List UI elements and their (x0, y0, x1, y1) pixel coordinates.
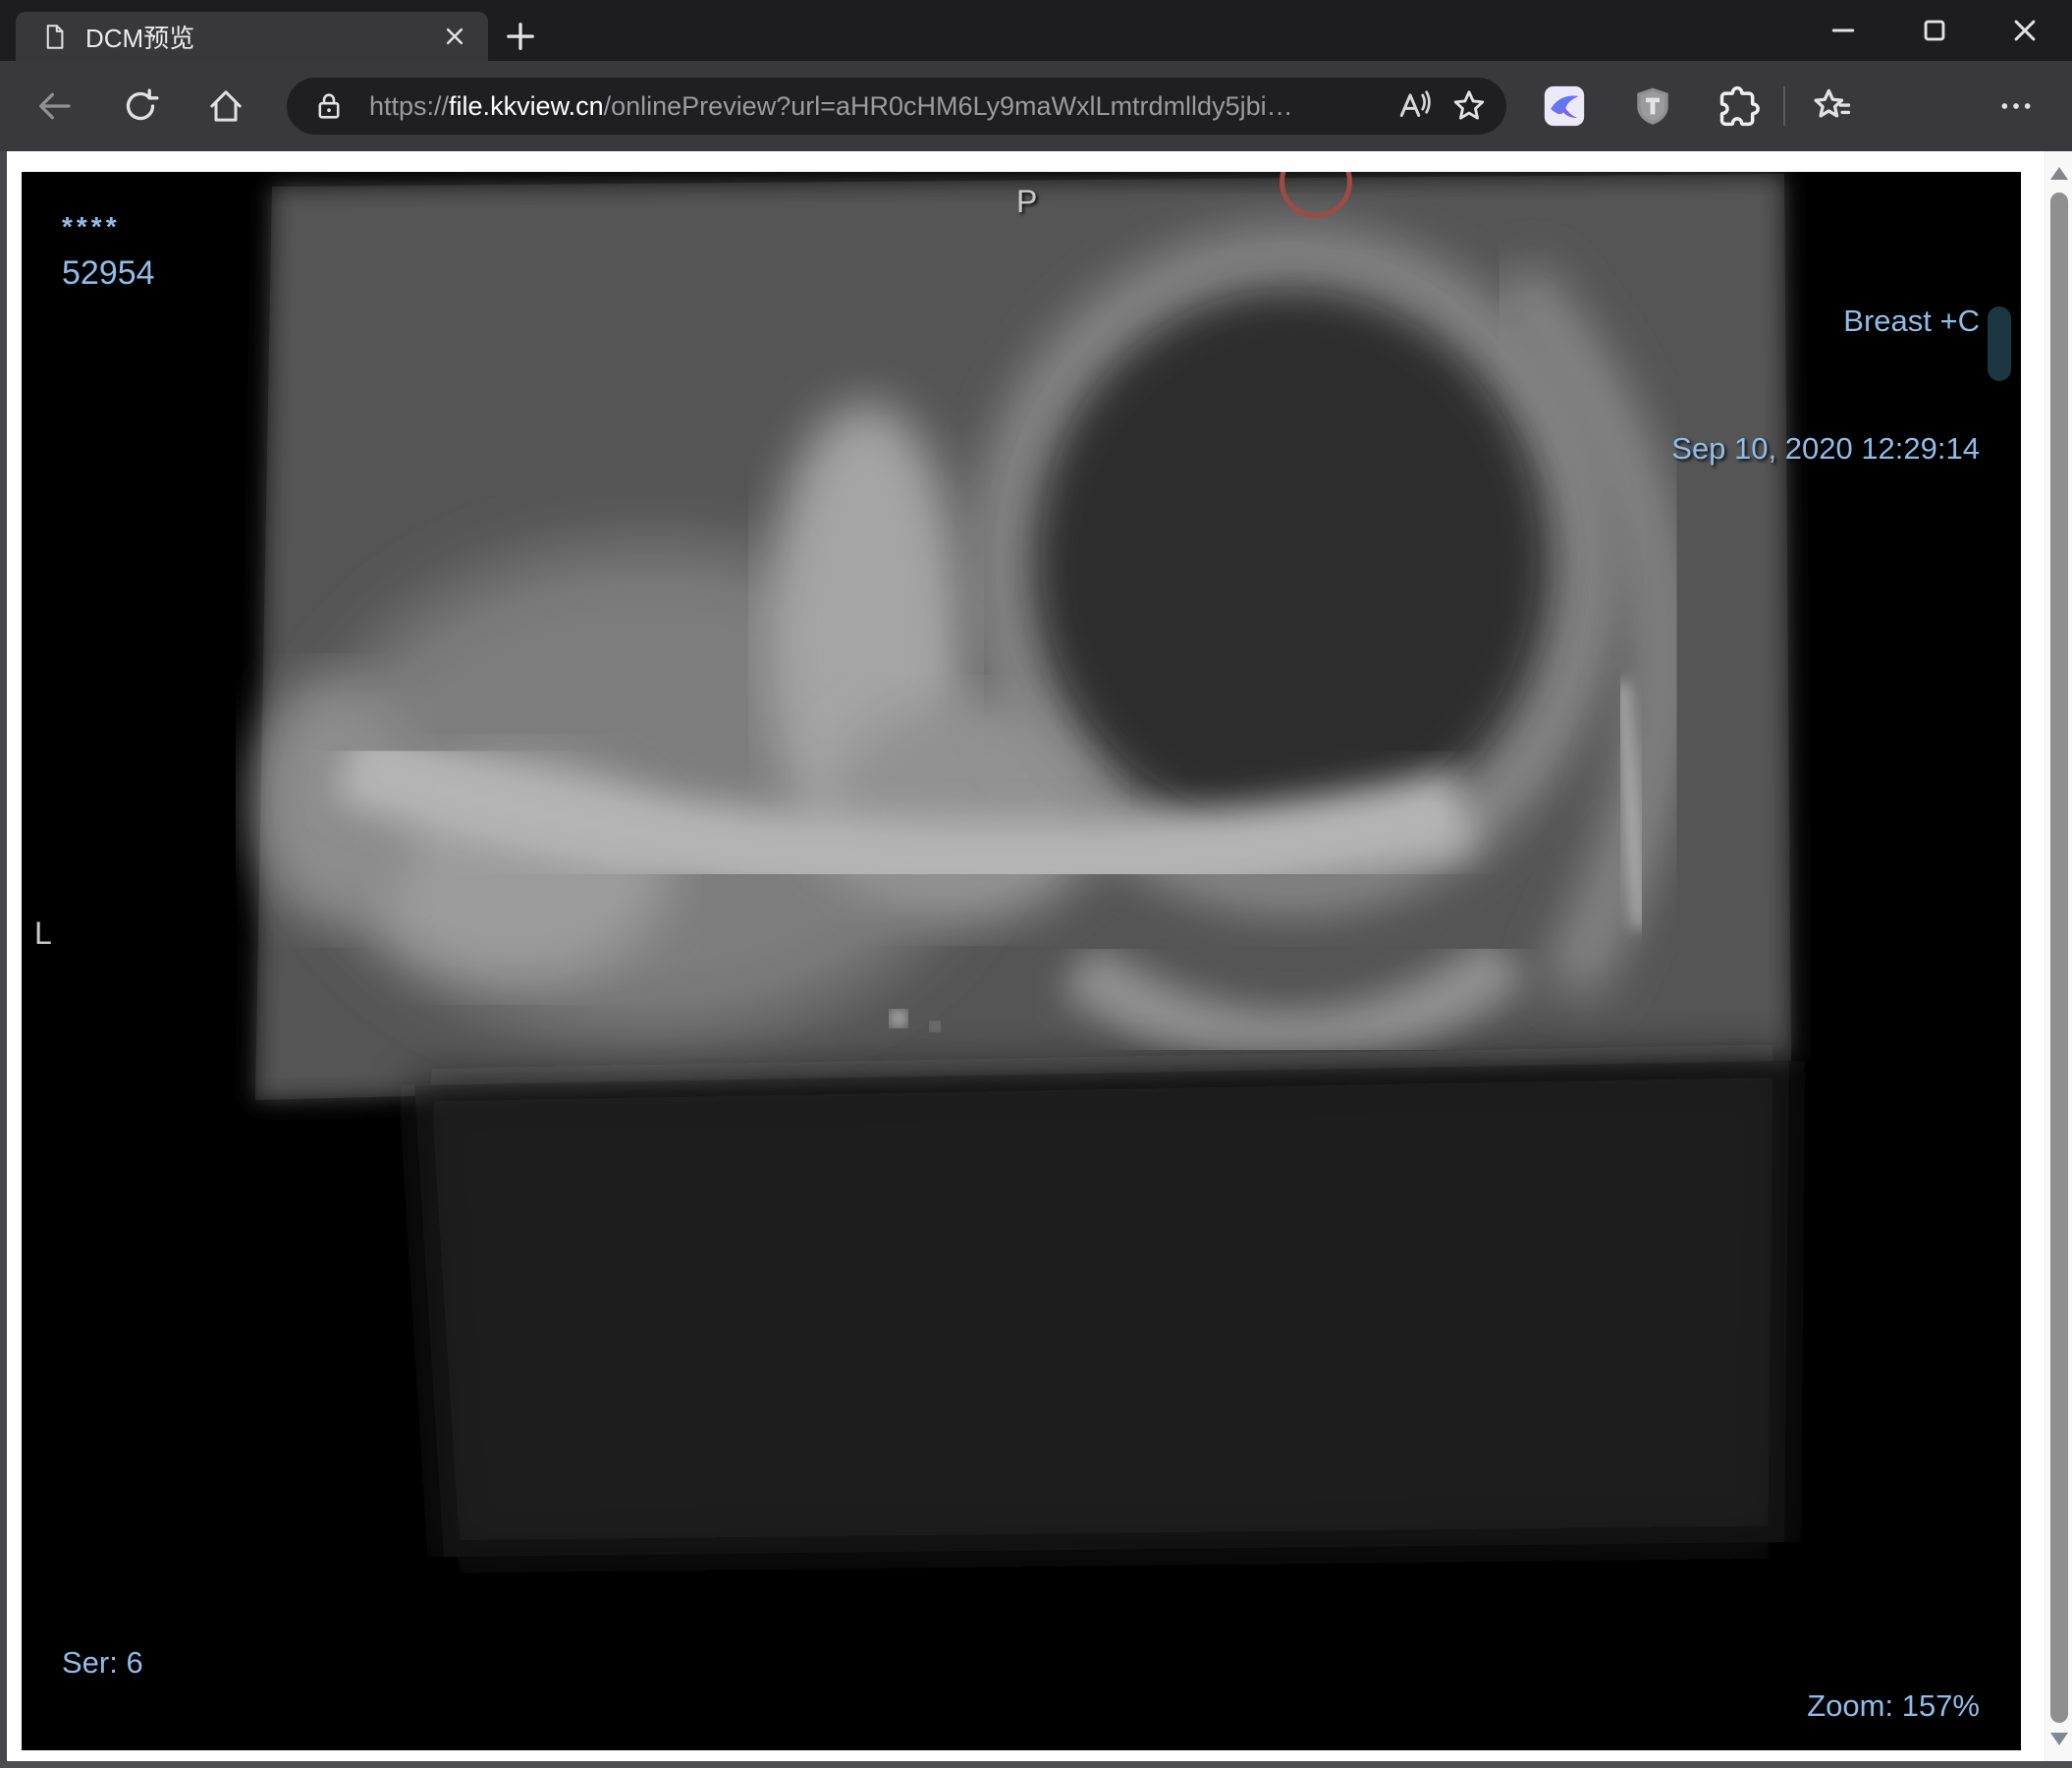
masked-name-overlay: **** (62, 211, 121, 242)
back-button[interactable] (27, 79, 82, 134)
navigation-toolbar: https://file.kkview.cn/onlinePreview?url… (0, 61, 2072, 151)
zoom-level: Zoom: 157% (1807, 1688, 1980, 1723)
tab-bar: DCM预览 (0, 0, 2072, 61)
study-description: Breast +C (1843, 304, 1980, 338)
back-arrow-icon (39, 92, 71, 120)
url-text[interactable]: https://file.kkview.cn/onlinePreview?url… (369, 91, 1387, 122)
study-datetime: Sep 10, 2020 12:29:14 (1671, 431, 1980, 466)
window-maximize-button[interactable] (1903, 0, 1966, 61)
favorites-button[interactable] (1806, 80, 1859, 133)
read-aloud-icon (1399, 90, 1431, 118)
download-manager-extension-button[interactable] (1538, 80, 1591, 133)
scrollbar-up-arrow-icon[interactable] (2050, 167, 2068, 180)
page-content: **** 52954 Breast +C Sep 10, 2020 12:29:… (0, 151, 2072, 1768)
toolbar-divider (1783, 86, 1785, 126)
lock-icon (318, 93, 340, 119)
favorites-star-list-icon (1814, 88, 1851, 118)
close-icon (2014, 20, 2036, 41)
ellipsis-icon (2001, 103, 2031, 109)
tab-title: DCM预览 (85, 23, 195, 53)
extensions-button[interactable] (1712, 80, 1765, 133)
address-bar[interactable]: https://file.kkview.cn/onlinePreview?url… (287, 78, 1506, 135)
read-aloud-button[interactable] (1387, 82, 1442, 131)
home-button[interactable] (198, 79, 253, 134)
tab-close-icon[interactable] (435, 17, 474, 56)
series-number: Ser: 6 (62, 1645, 143, 1680)
refresh-button[interactable] (113, 79, 168, 134)
study-info-overlay: Breast +C Sep 10, 2020 12:29:14 (1671, 214, 1980, 556)
url-domain: file.kkview.cn (449, 90, 604, 121)
settings-menu-button[interactable] (1990, 80, 2043, 133)
puzzle-piece-icon (1719, 85, 1760, 127)
scrollbar-down-arrow-icon[interactable] (2050, 1733, 2068, 1745)
dicom-viewer[interactable]: **** 52954 Breast +C Sep 10, 2020 12:29:… (22, 172, 2021, 1750)
patient-id-overlay: 52954 (62, 254, 155, 292)
bird-extension-icon (1544, 85, 1585, 127)
window-left-border (0, 151, 7, 1768)
home-icon (210, 90, 242, 122)
plus-icon (507, 23, 534, 50)
scrollbar-thumb[interactable] (2050, 193, 2068, 1723)
orientation-marker-left: L (34, 915, 52, 951)
window-bottom-border (0, 1761, 2072, 1768)
new-tab-button[interactable] (498, 15, 543, 58)
series-scroll-thumb[interactable] (1988, 306, 2011, 381)
favorite-this-page-button[interactable] (1442, 82, 1497, 131)
star-icon (1453, 90, 1485, 120)
window-minimize-button[interactable] (1812, 0, 1875, 61)
window-close-button[interactable] (1993, 0, 2056, 61)
url-protocol: https:// (369, 90, 450, 121)
shield-t-icon (1637, 87, 1668, 125)
page-scrollbar[interactable] (2045, 151, 2072, 1761)
minimize-icon (1831, 28, 1855, 32)
orientation-marker-posterior: P (1016, 184, 1038, 219)
tampermonkey-extension-button[interactable] (1626, 80, 1679, 133)
browser-window: DCM预览 https://file.kkview.cn/onlinePrevi… (0, 0, 2072, 1768)
refresh-icon (126, 88, 159, 121)
maximize-icon (1924, 20, 1945, 41)
display-info-overlay: Zoom: 157% W: 778 L: 389 Lossless / Unco… (1631, 1598, 1980, 1750)
document-favicon-icon (46, 24, 64, 49)
profile-avatar[interactable] (1895, 80, 1948, 133)
url-path: /onlinePreview?url=aHR0cHM6Ly9maWxlLmtrd… (603, 90, 1293, 121)
series-info-overlay: Ser: 6 Img: 201 1/545 512 x 512 Loc: 109… (62, 1555, 496, 1750)
tab-dcm-preview[interactable]: DCM预览 (16, 12, 488, 61)
